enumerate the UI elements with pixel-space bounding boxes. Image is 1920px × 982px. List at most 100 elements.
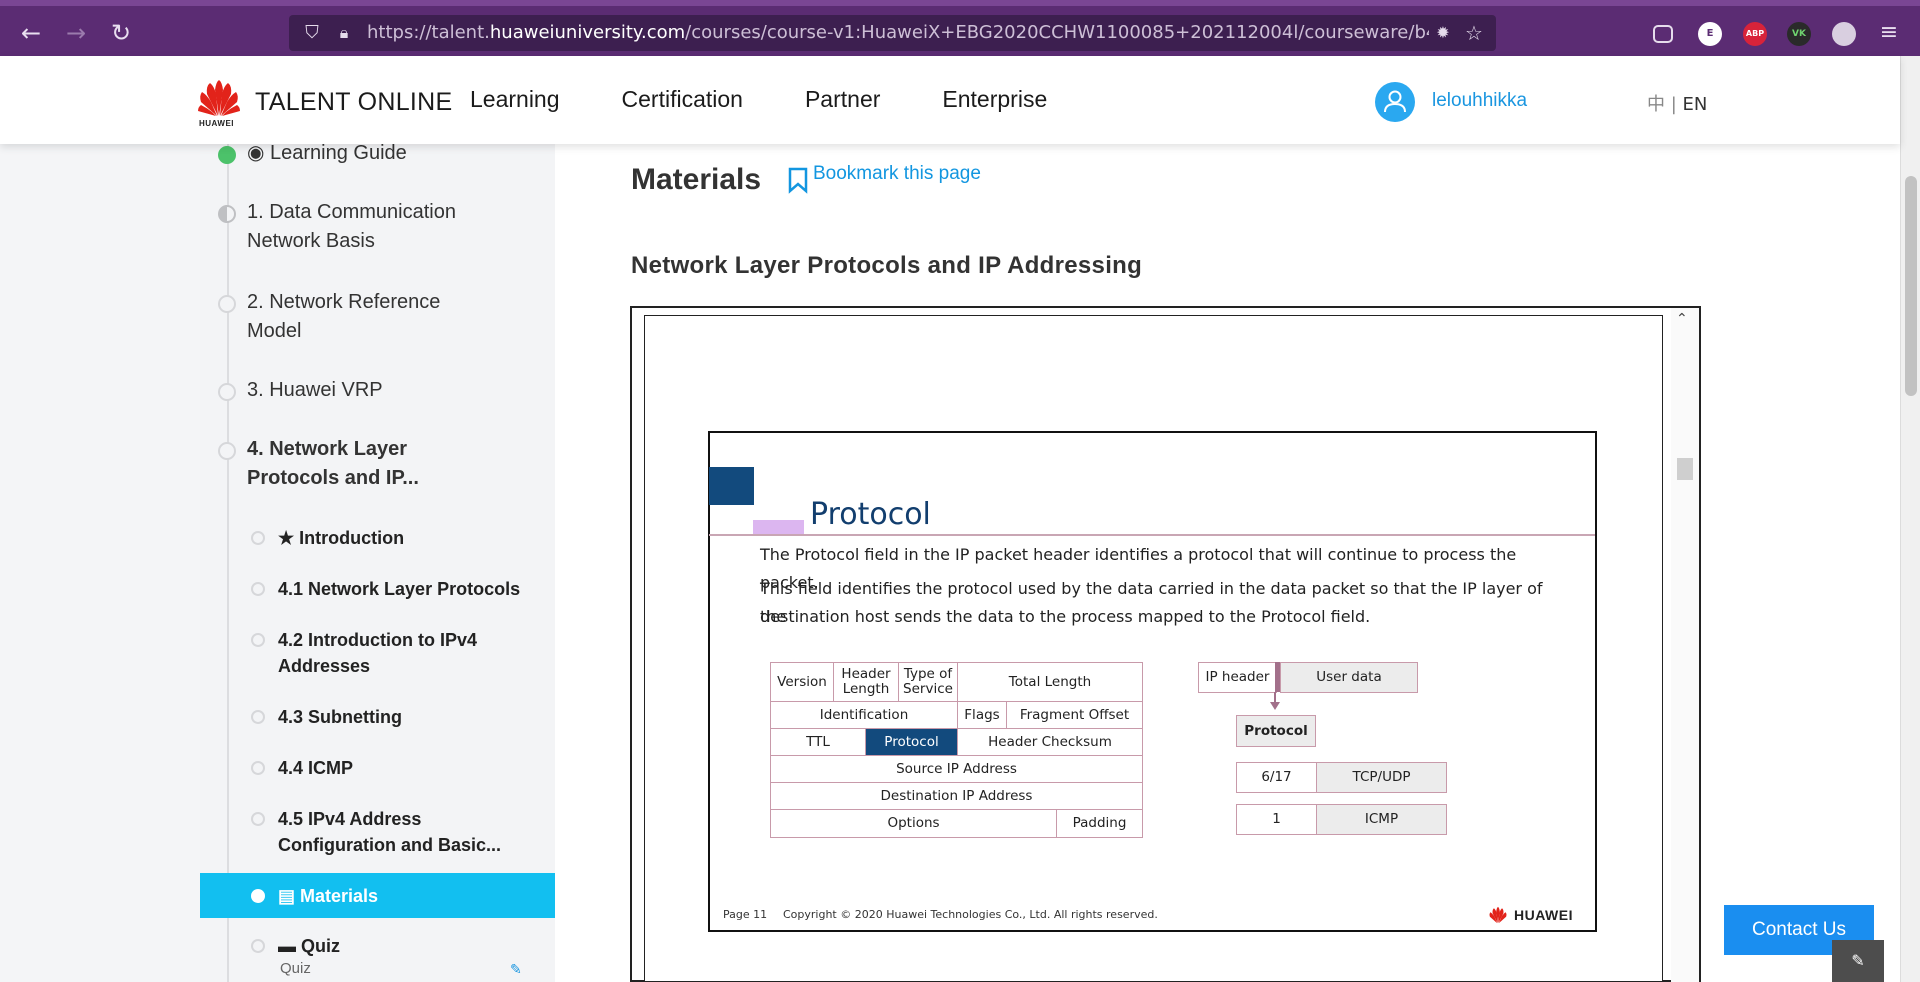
e-extension-icon[interactable]: E [1698, 22, 1722, 46]
subitem-quiz-caption: Quiz [280, 960, 311, 977]
field-header-length: Header Length [833, 662, 899, 702]
sidebar-item-huawei-vrp[interactable]: 3. Huawei VRP [247, 376, 383, 405]
slide-page-number: Page 11 [723, 908, 768, 921]
field-source-ip: Source IP Address [770, 755, 1143, 783]
main-nav: Learning Certification Partner Enterpris… [470, 86, 1047, 113]
url-text[interactable]: https://talent.huaweiuniversity.com/cour… [367, 15, 1429, 51]
pocket-icon[interactable] [1653, 25, 1673, 43]
slide-logo-text: HUAWEI [1514, 907, 1573, 923]
bug-icon[interactable]: ✹ [1431, 21, 1455, 45]
subitem-introduction[interactable]: ★ Introduction [278, 525, 404, 551]
status-dot-icon [251, 761, 265, 775]
subitem-label: Configuration and Basic... [278, 835, 502, 855]
sidebar-item-label: 4. Network Layer [247, 438, 408, 460]
active-dot-icon [251, 889, 265, 903]
viewer-scrollbar-thumb[interactable] [1677, 458, 1693, 480]
feedback-edit-icon[interactable]: ✎ [1832, 940, 1884, 982]
field-fragment-offset: Fragment Offset [1006, 701, 1143, 729]
field-total-length: Total Length [957, 662, 1143, 702]
status-dot-icon [218, 295, 236, 313]
sidebar-item-network-layer[interactable]: 4. Network Layer Protocols and IP... [247, 435, 419, 493]
menu-icon[interactable]: ≡ [1874, 18, 1904, 48]
sidebar-item-label: Model [247, 320, 302, 342]
subitem-quiz[interactable]: ▬ Quiz [278, 933, 340, 959]
subitem-ipv4-addresses[interactable]: 4.2 Introduction to IPv4 Addresses [278, 627, 477, 679]
subitem-subnetting[interactable]: 4.3 Subnetting [278, 704, 402, 730]
huawei-logo-text: HUAWEI [199, 119, 234, 128]
vk-extension-icon[interactable]: VK [1787, 22, 1811, 46]
protocol-label-box: Protocol [1236, 715, 1316, 747]
field-protocol: Protocol [865, 728, 958, 756]
status-dot-icon [251, 582, 265, 596]
subitem-network-layer-protocols[interactable]: 4.1 Network Layer Protocols [278, 576, 520, 602]
arrow-down-icon [1270, 702, 1280, 710]
lang-separator: | [1670, 94, 1677, 115]
protocol-value-tcp-udp: 6/17 [1236, 762, 1317, 793]
status-dot-icon [251, 633, 265, 647]
forward-button[interactable]: → [61, 18, 91, 48]
field-type-of-service: Type of Service [898, 662, 958, 702]
field-ttl: TTL [770, 728, 866, 756]
nav-certification[interactable]: Certification [622, 86, 743, 113]
subitem-label: Addresses [278, 656, 371, 676]
lang-zh[interactable]: 中 [1647, 94, 1665, 115]
slide-copyright: Copyright © 2020 Huawei Technologies Co.… [783, 908, 1158, 921]
status-dot-icon [251, 812, 265, 826]
nav-enterprise[interactable]: Enterprise [942, 86, 1047, 113]
address-bar[interactable]: ⛉ 🔒︎ https://talent.huaweiuniversity.com… [289, 15, 1496, 51]
back-button[interactable]: ← [16, 18, 46, 48]
subitem-materials[interactable]: ▤ Materials [278, 883, 378, 909]
viewer-scrollbar[interactable] [1671, 308, 1699, 982]
sidebar-item-data-communication[interactable]: 1. Data Communication Network Basis [247, 198, 456, 256]
subitem-label: 4.5 IPv4 Address [278, 809, 422, 829]
reload-button[interactable]: ↻ [106, 18, 136, 48]
sidebar-item-label: 1. Data Communication [247, 201, 456, 223]
brand-title[interactable]: TALENT ONLINE [255, 88, 452, 117]
sidebar-item-label: Network Basis [247, 230, 375, 252]
edit-icon[interactable]: ✎ [510, 962, 528, 978]
field-flags: Flags [957, 701, 1007, 729]
completed-check-icon [218, 146, 236, 164]
user-icon [1384, 90, 1406, 113]
packet-user-data: User data [1280, 662, 1418, 693]
slide-accent-block [709, 467, 754, 505]
field-destination-ip: Destination IP Address [770, 782, 1143, 810]
protocol-value-icmp: 1 [1236, 804, 1317, 835]
subitem-icmp[interactable]: 4.4 ICMP [278, 755, 353, 781]
section-title: Network Layer Protocols and IP Addressin… [631, 252, 1143, 279]
slide-paragraph-2-line-2: destination host sends the data to the p… [760, 607, 1371, 626]
bookmark-link[interactable]: Bookmark this page [813, 163, 981, 185]
sidebar-item-label: Protocols and IP... [247, 467, 419, 489]
url-prefix: https://talent. [367, 22, 490, 43]
user-avatar[interactable] [1375, 82, 1415, 122]
globe-icon[interactable] [1832, 22, 1856, 46]
protocol-name-tcp-udp: TCP/UDP [1316, 762, 1447, 793]
protocol-name-icmp: ICMP [1316, 804, 1447, 835]
page-scrollbar[interactable] [1900, 56, 1920, 982]
bookmark-icon[interactable] [786, 166, 810, 194]
language-switcher: 中 | EN [1647, 90, 1707, 116]
lock-icon[interactable]: 🔒︎ [332, 21, 356, 45]
subitem-label: 4.2 Introduction to IPv4 [278, 630, 478, 650]
nav-learning[interactable]: Learning [470, 86, 560, 113]
field-options: Options [770, 809, 1057, 838]
page-title: Materials [631, 163, 762, 196]
shield-icon[interactable]: ⛉ [300, 21, 324, 45]
status-dot-icon [218, 442, 236, 460]
status-dot-icon [251, 939, 265, 953]
url-domain: huaweiuniversity.com [489, 22, 686, 43]
nav-partner[interactable]: Partner [805, 86, 880, 113]
sidebar-item-network-reference-model[interactable]: 2. Network Reference Model [247, 288, 440, 346]
packet-ip-header: IP header [1198, 662, 1277, 693]
lang-en[interactable]: EN [1683, 94, 1708, 115]
page-scrollbar-thumb[interactable] [1905, 176, 1917, 396]
bookmark-star-icon[interactable]: ☆ [1462, 21, 1486, 45]
scroll-up-icon[interactable]: ⌃ [1676, 311, 1688, 327]
field-header-checksum: Header Checksum [957, 728, 1143, 756]
username-link[interactable]: lelouhhikka [1432, 90, 1527, 112]
huawei-logo-icon[interactable] [198, 78, 240, 118]
subitem-ipv4-configuration[interactable]: 4.5 IPv4 Address Configuration and Basic… [278, 806, 501, 858]
sidebar-item-label: 2. Network Reference [247, 291, 441, 313]
adblock-icon[interactable]: ABP [1743, 22, 1767, 46]
status-dot-icon [251, 531, 265, 545]
